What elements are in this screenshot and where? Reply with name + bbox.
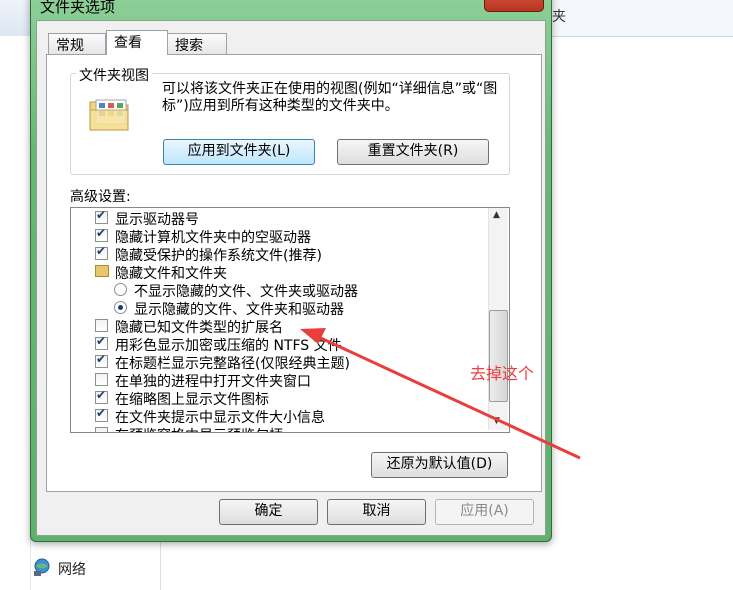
- list-item-label: 显示隐藏的文件、文件夹和驱动器: [134, 302, 344, 318]
- checkbox[interactable]: [95, 208, 108, 224]
- list-item: 隐藏文件和文件夹: [71, 263, 491, 282]
- advanced-settings-list[interactable]: 显示驱动器号 隐藏计算机文件夹中的空驱动器 隐藏受保护的操作系统文件(推荐) 隐…: [70, 207, 510, 433]
- checkbox[interactable]: [95, 427, 108, 432]
- checkbox[interactable]: [95, 244, 108, 260]
- checkbox[interactable]: [95, 319, 108, 332]
- list-item-label: 显示驱动器号: [115, 212, 199, 228]
- list-item[interactable]: 显示隐藏的文件、文件夹和驱动器: [71, 299, 491, 318]
- scrollbar-thumb[interactable]: [489, 310, 508, 402]
- cancel-button[interactable]: 取消: [327, 499, 426, 525]
- checkbox[interactable]: [95, 406, 108, 422]
- explorer-header-text: 夹: [552, 9, 566, 25]
- list-item-label: 在缩略图上显示文件图标: [115, 392, 269, 408]
- checkbox[interactable]: [95, 352, 108, 368]
- list-item-label: 隐藏计算机文件夹中的空驱动器: [115, 230, 311, 246]
- list-item-label: 用彩色显示加密或压缩的 NTFS 文件: [115, 338, 342, 354]
- apply-to-folders-button[interactable]: 应用到文件夹(L): [163, 139, 315, 165]
- list-item[interactable]: 在缩略图上显示文件图标: [71, 388, 491, 408]
- nav-item-network[interactable]: 网络: [58, 559, 86, 579]
- checkbox[interactable]: [95, 226, 108, 242]
- tab-label: 搜索: [175, 38, 203, 54]
- explorer-nav-pane: [0, 36, 31, 590]
- list-item-label: 不显示隐藏的文件、文件夹或驱动器: [134, 284, 358, 300]
- checkbox[interactable]: [95, 334, 108, 350]
- folder-view-description: 可以将该文件夹正在使用的视图(例如“详细信息”或“图标”)应用到所有这种类型的文…: [162, 81, 498, 114]
- list-item-label: 在预览窗格中显示预览句柄: [115, 425, 283, 432]
- tab-search[interactable]: 搜索: [167, 33, 227, 54]
- tab-general[interactable]: 常规: [48, 33, 106, 54]
- tab-label: 查看: [114, 35, 142, 51]
- annotation-text: 去掉这个: [470, 364, 535, 383]
- list-item[interactable]: 显示驱动器号: [71, 208, 491, 228]
- scroll-down-icon[interactable]: ▼: [493, 416, 500, 426]
- network-icon[interactable]: [32, 557, 52, 577]
- advanced-settings-label: 高级设置:: [70, 189, 131, 205]
- checkbox[interactable]: [95, 388, 108, 404]
- dialog-title: 文件夹选项: [40, 0, 116, 16]
- explorer-divider: [160, 540, 161, 590]
- list-item[interactable]: 隐藏计算机文件夹中的空驱动器: [71, 226, 491, 246]
- close-icon: ✕: [507, 0, 520, 5]
- list-item[interactable]: 用彩色显示加密或压缩的 NTFS 文件: [71, 334, 491, 354]
- list-item[interactable]: 在文件夹提示中显示文件大小信息: [71, 406, 491, 426]
- list-item-label: 隐藏已知文件类型的扩展名: [115, 320, 283, 336]
- folder-icon: [95, 265, 109, 277]
- reset-folders-button[interactable]: 重置文件夹(R): [337, 139, 489, 165]
- group-title: 文件夹视图: [76, 65, 152, 85]
- checkbox[interactable]: [95, 373, 108, 386]
- radio-button[interactable]: [114, 301, 127, 314]
- list-item-label: 在文件夹提示中显示文件大小信息: [115, 410, 325, 426]
- list-item-label: 隐藏受保护的操作系统文件(推荐): [115, 248, 322, 264]
- apply-button[interactable]: 应用(A): [435, 499, 534, 525]
- radio-button[interactable]: [114, 283, 127, 296]
- list-item-label: 隐藏文件和文件夹: [115, 266, 227, 282]
- explorer-header-column: [540, 0, 733, 36]
- folder-view-icon: [89, 99, 129, 131]
- tab-view[interactable]: 查看: [106, 30, 168, 55]
- scroll-up-icon[interactable]: ▲: [493, 210, 500, 220]
- list-item-label: 在标题栏显示完整路径(仅限经典主题): [115, 356, 350, 372]
- list-item-label: 在单独的进程中打开文件夹窗口: [115, 374, 311, 390]
- list-item[interactable]: 在标题栏显示完整路径(仅限经典主题): [71, 352, 491, 372]
- list-item[interactable]: 不显示隐藏的文件、文件夹或驱动器: [71, 281, 491, 300]
- list-item[interactable]: 隐藏受保护的操作系统文件(推荐): [71, 244, 491, 264]
- restore-defaults-button[interactable]: 还原为默认值(D): [371, 452, 508, 478]
- close-button[interactable]: ✕: [484, 0, 544, 12]
- list-item[interactable]: 在单独的进程中打开文件夹窗口: [71, 371, 491, 390]
- list-item[interactable]: 在预览窗格中显示预览句柄: [71, 425, 491, 432]
- ok-button[interactable]: 确定: [219, 499, 318, 525]
- tab-label: 常规: [56, 38, 84, 54]
- list-item[interactable]: 隐藏已知文件类型的扩展名: [71, 317, 491, 336]
